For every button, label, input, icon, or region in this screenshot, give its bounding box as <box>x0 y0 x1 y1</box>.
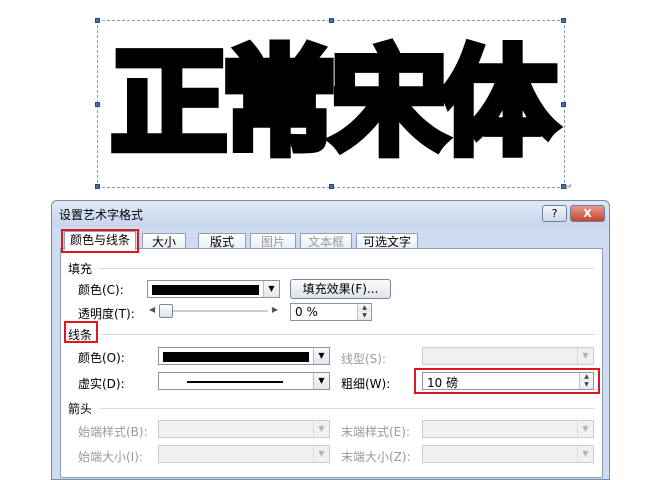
begin-style-label: 始端样式(B): <box>78 425 148 439</box>
dash-label: 虚实(D): <box>78 377 125 391</box>
resize-handle-tl[interactable] <box>95 18 100 23</box>
line-style-label: 线型(S): <box>341 352 387 366</box>
fill-divider <box>100 268 595 269</box>
line-style-dropdown: ▼ <box>422 347 594 365</box>
wordart-selection[interactable]: 正常宋体 <box>95 18 566 189</box>
arrows-section-label: 箭头 <box>68 402 93 416</box>
begin-size-label: 始端大小(I): <box>78 450 143 464</box>
resize-handle-ml[interactable] <box>95 102 100 107</box>
line-color-dropdown[interactable]: ▼ <box>158 347 330 365</box>
end-size-dropdown: ▼ <box>422 445 594 463</box>
chevron-down-icon[interactable]: ▼ <box>313 348 329 364</box>
paragraph-mark-icon: ↵ <box>564 182 573 193</box>
dialog-title: 设置艺术字格式 <box>59 208 144 222</box>
line-divider <box>100 334 595 335</box>
line-color-label: 颜色(O): <box>78 351 125 365</box>
fill-color-label: 颜色(C): <box>78 283 124 297</box>
chevron-down-icon[interactable]: ▼ <box>313 373 329 389</box>
weight-label: 粗细(W): <box>341 377 391 391</box>
spin-up-icon[interactable]: ▲ <box>358 304 371 312</box>
resize-handle-tr[interactable] <box>561 18 566 23</box>
dash-line-preview <box>187 381 283 383</box>
transparency-slider[interactable]: ◀ ▶ <box>147 303 280 319</box>
tab-colors-lines[interactable]: 颜色与线条 <box>64 231 136 250</box>
dash-dropdown[interactable]: ▼ <box>158 372 330 390</box>
format-wordart-dialog: 设置艺术字格式 ? X 颜色与线条 大小 版式 图片 文本框 可选文字 填充 颜… <box>51 200 610 480</box>
resize-handle-bm[interactable] <box>329 184 334 189</box>
transparency-spinner[interactable]: 0 % ▲ ▼ <box>290 303 372 321</box>
transparency-label: 透明度(T): <box>78 307 135 321</box>
close-button[interactable]: X <box>570 205 605 222</box>
fill-effects-button[interactable]: 填充效果(F)... <box>290 279 391 299</box>
chevron-down-icon: ▼ <box>577 446 593 462</box>
slider-thumb[interactable] <box>159 304 173 318</box>
fill-color-dropdown[interactable]: ▼ <box>147 280 280 298</box>
wordart-text[interactable]: 正常宋体 <box>98 21 564 187</box>
transparency-value[interactable]: 0 % <box>295 305 318 319</box>
highlight-line-section <box>64 321 98 343</box>
end-size-label: 末端大小(Z): <box>341 450 411 464</box>
end-style-label: 末端样式(E): <box>341 425 410 439</box>
chevron-down-icon: ▼ <box>577 421 593 437</box>
resize-handle-bl[interactable] <box>95 184 100 189</box>
chevron-down-icon: ▼ <box>313 421 329 437</box>
help-button[interactable]: ? <box>542 205 567 222</box>
slider-left-arrow-icon[interactable]: ◀ <box>149 305 155 314</box>
chevron-down-icon[interactable]: ▼ <box>263 281 279 297</box>
begin-style-dropdown: ▼ <box>158 420 330 438</box>
spin-down-icon[interactable]: ▼ <box>358 312 371 320</box>
line-color-swatch <box>163 352 309 362</box>
resize-handle-tm[interactable] <box>329 18 334 23</box>
highlight-weight-field <box>414 368 600 394</box>
fill-section-label: 填充 <box>68 262 93 276</box>
chevron-down-icon: ▼ <box>313 446 329 462</box>
fill-color-swatch <box>152 285 259 295</box>
end-style-dropdown: ▼ <box>422 420 594 438</box>
slider-right-arrow-icon[interactable]: ▶ <box>272 305 278 314</box>
arrows-divider <box>100 408 595 409</box>
spinner-buttons: ▲ ▼ <box>357 304 371 320</box>
chevron-down-icon: ▼ <box>577 348 593 364</box>
slider-track[interactable] <box>159 310 268 312</box>
begin-size-dropdown: ▼ <box>158 445 330 463</box>
resize-handle-mr[interactable] <box>561 102 566 107</box>
dialog-titlebar[interactable]: 设置艺术字格式 ? X <box>52 201 609 227</box>
